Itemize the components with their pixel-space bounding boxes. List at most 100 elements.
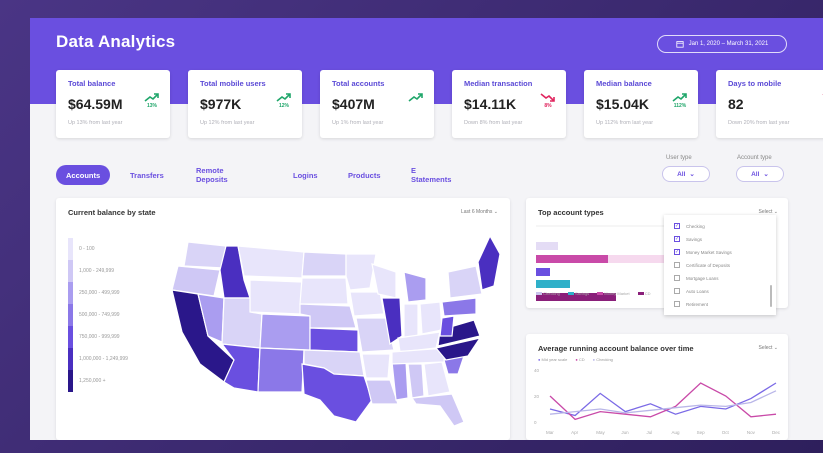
state-new-england[interactable] xyxy=(477,234,500,291)
kpi-card[interactable]: Median transaction $14.11K 8% Down 8% fr… xyxy=(452,70,566,138)
tab-remote-deposits[interactable]: Remote Deposits xyxy=(196,165,228,185)
us-choropleth-map[interactable] xyxy=(164,232,500,428)
option-checking[interactable]: ✓ Checking xyxy=(674,223,705,229)
user-type-dropdown[interactable]: All ⌄ xyxy=(662,166,710,182)
legend-label: Money Market xyxy=(604,291,630,296)
checkbox-icon[interactable] xyxy=(674,301,680,307)
state-ks[interactable] xyxy=(309,327,359,353)
legend-item: Checking xyxy=(536,291,560,296)
kpi-value: $64.59M xyxy=(68,96,123,112)
kpi-card[interactable]: Total accounts $407M Up 1% from last yea… xyxy=(320,70,434,138)
legend-label: 250,000 - 499,999 xyxy=(79,290,120,296)
state-in[interactable] xyxy=(403,303,419,339)
x-tick-label: Mar xyxy=(546,430,554,435)
legend-item: 250,000 - 499,999 xyxy=(68,282,120,304)
state-wa[interactable] xyxy=(183,241,227,269)
kpi-card[interactable]: Total balance $64.59M 13% Up 13% from la… xyxy=(56,70,170,138)
state-mn[interactable] xyxy=(345,253,377,291)
legend-label: Savings xyxy=(574,291,590,296)
account-type-label: Account type xyxy=(737,155,772,161)
legend-label: Mid year scale xyxy=(541,357,568,362)
select-dropdown[interactable]: Select ⌄ xyxy=(759,345,779,351)
legend-item: ● CD xyxy=(575,357,585,362)
x-tick-label: Sep xyxy=(697,430,706,435)
y-tick-label: 40 xyxy=(534,368,540,373)
state-mi[interactable] xyxy=(403,271,427,303)
legend-label: CD xyxy=(578,357,585,362)
tab-e-statements[interactable]: E Statements xyxy=(411,165,451,185)
y-tick-label: 0 xyxy=(534,420,537,425)
checkbox-checked-icon[interactable]: ✓ xyxy=(674,249,680,255)
kpi-value: 82 xyxy=(728,96,744,112)
option-label: Mortgage Loans xyxy=(686,275,719,281)
date-range-picker[interactable]: Jan 1, 2020 – March 31, 2021 xyxy=(657,35,787,53)
calendar-icon xyxy=(676,41,684,48)
scrollbar[interactable] xyxy=(770,285,772,307)
option-auto-loans[interactable]: Auto Loans xyxy=(674,288,709,294)
state-ia[interactable] xyxy=(349,291,385,317)
kpi-label: Total mobile users xyxy=(200,79,266,88)
x-tick-label: Jun xyxy=(621,430,629,435)
option-cd[interactable]: Certificate of Deposits xyxy=(674,262,730,268)
legend-label: 750,000 - 999,999 xyxy=(79,334,120,340)
kpi-card[interactable]: Median balance $15.04K 112% Up 112% from… xyxy=(584,70,698,138)
legend-label: Checking xyxy=(543,291,560,296)
kpi-value: $14.11K xyxy=(464,96,517,112)
legend-swatch xyxy=(68,238,73,260)
checkbox-checked-icon[interactable]: ✓ xyxy=(674,223,680,229)
checkbox-icon[interactable] xyxy=(674,275,680,281)
map-card-title: Current balance by state xyxy=(68,208,156,217)
option-money-market[interactable]: ✓ Money Market Savings xyxy=(674,249,732,255)
chevron-down-icon: ⌄ xyxy=(773,345,778,351)
series-line xyxy=(549,382,777,421)
legend-item: 1,000 - 249,999 xyxy=(68,260,114,282)
bar xyxy=(536,268,550,276)
checkbox-checked-icon[interactable]: ✓ xyxy=(674,236,680,242)
top-account-types-title: Top account types xyxy=(538,208,604,217)
legend-item: Money Market xyxy=(597,291,630,296)
tab-transfers[interactable]: Transfers xyxy=(130,165,164,185)
state-pa[interactable] xyxy=(441,297,477,317)
state-nd[interactable] xyxy=(301,251,347,277)
legend-item: 750,000 - 999,999 xyxy=(68,326,120,348)
tab-products[interactable]: Products xyxy=(348,165,381,185)
tab-logins[interactable]: Logins xyxy=(293,165,318,185)
legend-swatch xyxy=(68,370,73,392)
x-tick-label: Jul xyxy=(646,430,652,435)
state-la[interactable] xyxy=(365,379,399,405)
state-ar[interactable] xyxy=(361,353,391,379)
y-tick-label: 20 xyxy=(534,394,540,399)
chevron-down-icon: ⌄ xyxy=(689,171,695,178)
period-select[interactable]: Last 6 Months ⌄ xyxy=(461,209,498,215)
option-retirement[interactable]: Retirement xyxy=(674,301,708,307)
kpi-card[interactable]: Days to mobile 82 Down 20% from last yea… xyxy=(716,70,823,138)
state-fl[interactable] xyxy=(410,393,465,427)
legend-item: CD xyxy=(637,291,651,296)
option-label: Retirement xyxy=(686,301,709,307)
state-mt[interactable] xyxy=(237,245,305,279)
option-mortgage[interactable]: Mortgage Loans xyxy=(674,275,719,281)
state-co[interactable] xyxy=(259,313,311,351)
state-wv[interactable] xyxy=(439,315,455,337)
state-oh[interactable] xyxy=(419,301,443,335)
kpi-card[interactable]: Total mobile users $977K 12% Up 12% from… xyxy=(188,70,302,138)
legend-swatch xyxy=(68,260,73,282)
legend-item: 1,250,000 + xyxy=(68,370,106,392)
state-ny[interactable] xyxy=(447,265,483,299)
period-label: Last 6 Months xyxy=(461,209,493,215)
chart-legend: ● Mid year scale ● CD ● Checking xyxy=(538,357,613,362)
running-balance-card: Average running account balance over tim… xyxy=(526,334,788,440)
tab-accounts[interactable]: Accounts xyxy=(56,165,111,185)
state-wy[interactable] xyxy=(249,279,303,315)
bar xyxy=(536,255,608,263)
state-nm[interactable] xyxy=(257,347,305,393)
kpi-sub: Up 12% from last year xyxy=(200,120,255,126)
option-savings[interactable]: ✓ Savings xyxy=(674,236,702,242)
account-type-dropdown[interactable]: All ⌄ xyxy=(736,166,784,182)
state-sd[interactable] xyxy=(299,277,349,305)
checkbox-icon[interactable] xyxy=(674,288,680,294)
checkbox-icon[interactable] xyxy=(674,262,680,268)
state-al[interactable] xyxy=(407,363,425,399)
date-range-label: Jan 1, 2020 – March 31, 2021 xyxy=(688,41,769,47)
trend-up-icon: 112% xyxy=(672,92,688,109)
